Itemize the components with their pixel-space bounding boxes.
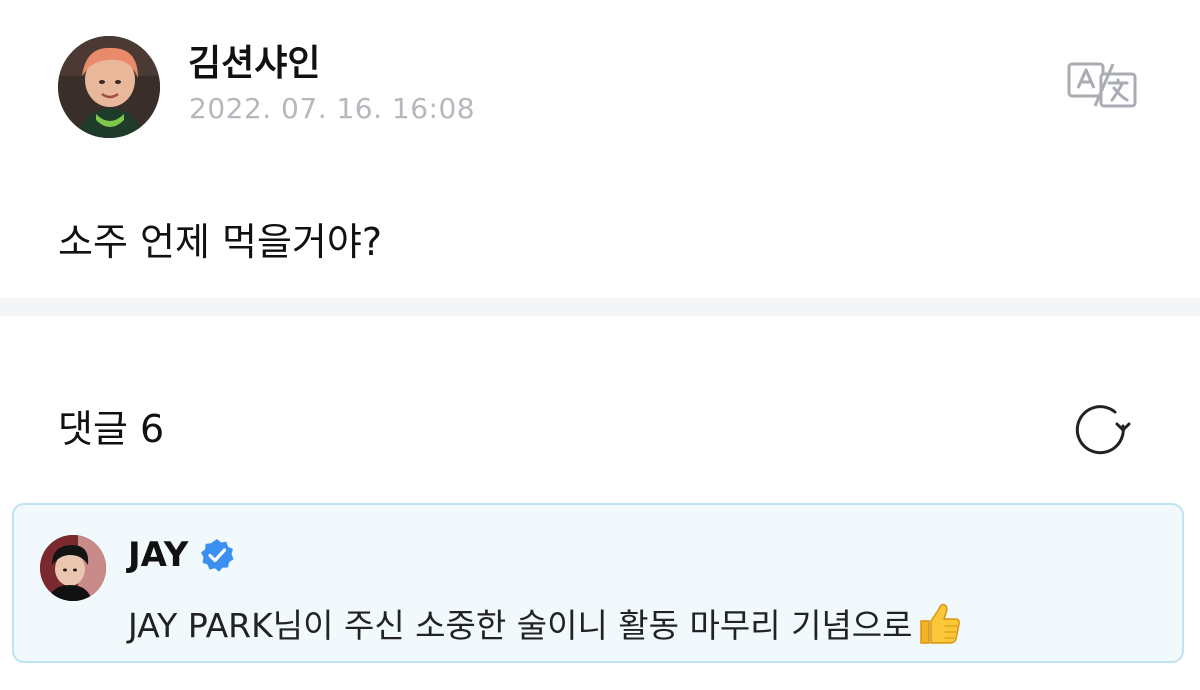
translate-icon [1067,62,1137,108]
comment-author-avatar[interactable] [40,535,106,601]
comment-text-line: JAY PARK님이 주신 소중한 술이니 활동 마무리 기념으로 [128,599,963,648]
section-divider [0,298,1200,316]
comments-count-title: 댓글 6 [58,407,165,451]
highlighted-comment[interactable]: JAY JAY PARK님이 주신 소중한 술이니 활동 마무리 기념으로 [12,503,1184,663]
post-header: 김션샤인 2022. 07. 16. 16:08 [58,36,1142,138]
refresh-icon [1075,405,1131,455]
thumbs-up-icon [915,599,963,647]
refresh-comments-button[interactable] [1072,402,1134,460]
post-timestamp: 2022. 07. 16. 16:08 [189,92,476,125]
post-author-name[interactable]: 김션샤인 [188,42,320,86]
translate-button[interactable] [1066,58,1138,112]
comment-text: JAY PARK님이 주신 소중한 술이니 활동 마무리 기념으로 [128,606,913,645]
comment-author-row: JAY [128,533,234,577]
post-author-avatar[interactable] [58,36,160,138]
post-body-text: 소주 언제 먹을거야? [58,220,383,264]
verified-badge-icon [200,538,234,572]
comment-author-name[interactable]: JAY [128,533,188,577]
